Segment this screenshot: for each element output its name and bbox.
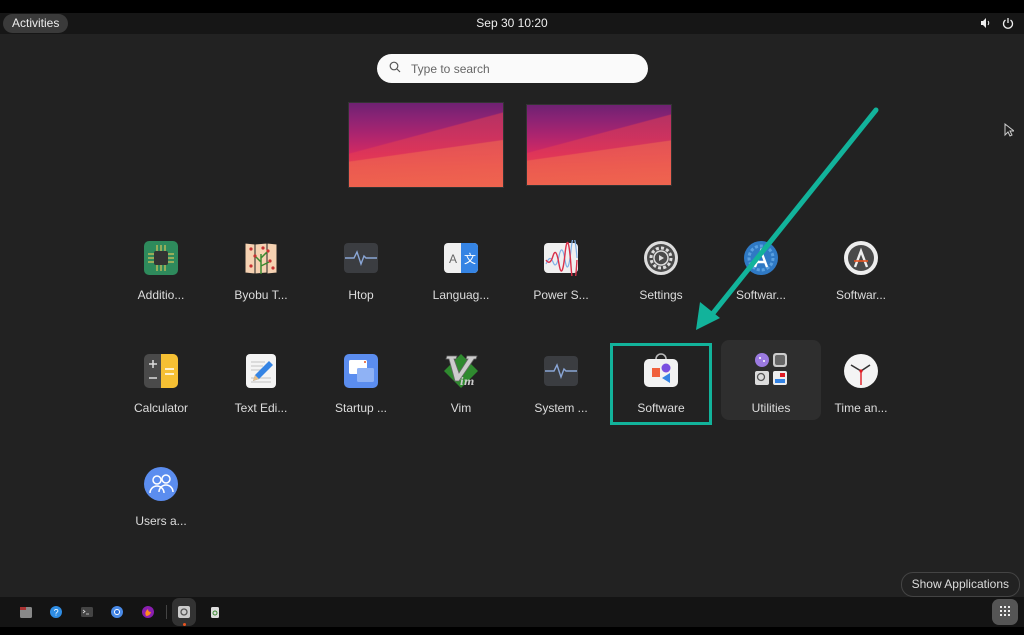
volume-icon[interactable] <box>980 16 992 34</box>
dock: ? <box>0 597 1024 627</box>
top-border <box>0 0 1024 13</box>
app-folder-utilities[interactable]: Utilities <box>721 340 821 420</box>
app-additional-drivers[interactable]: Additio... <box>111 232 211 312</box>
app-settings[interactable]: Settings <box>611 232 711 312</box>
clock[interactable]: Sep 30 10:20 <box>0 13 1024 34</box>
app-label: Htop <box>348 288 374 302</box>
app-label: Text Edi... <box>234 401 288 415</box>
software-properties-icon <box>843 240 879 276</box>
app-htop[interactable]: Htop <box>311 232 411 312</box>
activities-overview: Additio... Byobu T... Htop A文 Languag...… <box>0 34 1024 597</box>
search-input[interactable] <box>409 60 633 77</box>
vim-icon: im <box>443 353 479 389</box>
app-label: Additio... <box>137 288 185 302</box>
calculator-icon <box>143 353 179 389</box>
help-icon[interactable]: ? <box>46 602 66 622</box>
svg-text:im: im <box>460 377 474 388</box>
app-grid-icon <box>1000 603 1010 621</box>
chromium-icon[interactable] <box>107 602 127 622</box>
app-label: Languag... <box>432 288 490 302</box>
app-byobu-terminal[interactable]: Byobu T... <box>211 232 311 312</box>
app-label: Time an... <box>834 401 888 415</box>
search-bar[interactable] <box>377 54 648 83</box>
htop-icon <box>343 240 379 276</box>
running-indicator <box>183 623 186 626</box>
system-tray[interactable] <box>980 16 1014 34</box>
app-startup-applications[interactable]: Startup ... <box>311 345 411 425</box>
software-updater-icon <box>743 240 779 276</box>
app-label: Calculator <box>133 401 189 415</box>
app-text-editor[interactable]: Text Edi... <box>211 345 311 425</box>
system-monitor-icon <box>543 353 579 389</box>
app-system-monitor[interactable]: System ... <box>511 345 611 425</box>
show-applications-button[interactable]: Show Applications <box>900 572 1020 597</box>
files-icon[interactable] <box>16 602 36 622</box>
workspace-thumbnail-2[interactable] <box>526 104 672 186</box>
power-icon[interactable] <box>1002 16 1014 34</box>
app-calculator[interactable]: Calculator <box>111 345 211 425</box>
svg-text:A: A <box>449 252 457 266</box>
app-label: Startup ... <box>334 401 388 415</box>
app-label: Settings <box>639 288 683 302</box>
search-icon <box>389 60 401 78</box>
app-software-properties[interactable]: Softwar... <box>811 232 911 312</box>
app-label: Byobu T... <box>234 288 288 302</box>
app-software-updater[interactable]: Softwar... <box>711 232 811 312</box>
svg-text:文: 文 <box>464 251 476 266</box>
power-stats-icon <box>543 237 579 286</box>
utilities-folder-icon <box>753 351 789 387</box>
app-label: Power S... <box>533 288 589 302</box>
startup-apps-icon <box>343 353 379 389</box>
app-label: Utilities <box>751 401 791 415</box>
app-label: System ... <box>534 401 588 415</box>
terminal-icon[interactable] <box>77 602 97 622</box>
top-bar: Activities Sep 30 10:20 <box>0 13 1024 34</box>
settings-gear-icon <box>643 240 679 276</box>
annotation-highlight-box <box>610 343 712 425</box>
svg-text:?: ? <box>54 608 59 618</box>
app-power-statistics[interactable]: Power S... <box>511 232 611 312</box>
app-time-and-date[interactable]: Time an... <box>811 345 911 425</box>
app-label: Softwar... <box>735 288 787 302</box>
app-users-and-groups[interactable]: Users a... <box>111 458 211 538</box>
clock-icon <box>843 353 879 389</box>
users-icon <box>143 466 179 502</box>
dock-separator <box>166 605 167 619</box>
app-label: Softwar... <box>835 288 887 302</box>
workspace-thumbnail-1[interactable] <box>348 102 504 188</box>
mouse-cursor-icon <box>1004 122 1016 142</box>
software-center-icon[interactable] <box>174 602 194 622</box>
app-grid-button[interactable] <box>992 599 1018 625</box>
firefox-icon[interactable] <box>138 602 158 622</box>
app-label: Vim <box>450 401 472 415</box>
app-language-support[interactable]: A文 Languag... <box>411 232 511 312</box>
chip-icon <box>143 240 179 276</box>
byobu-icon <box>243 240 279 276</box>
app-vim[interactable]: im Vim <box>411 345 511 425</box>
bottom-border <box>0 627 1024 635</box>
trash-icon[interactable] <box>205 602 225 622</box>
text-editor-icon <box>243 353 279 389</box>
app-label: Users a... <box>135 514 187 528</box>
language-icon: A文 <box>443 240 479 276</box>
